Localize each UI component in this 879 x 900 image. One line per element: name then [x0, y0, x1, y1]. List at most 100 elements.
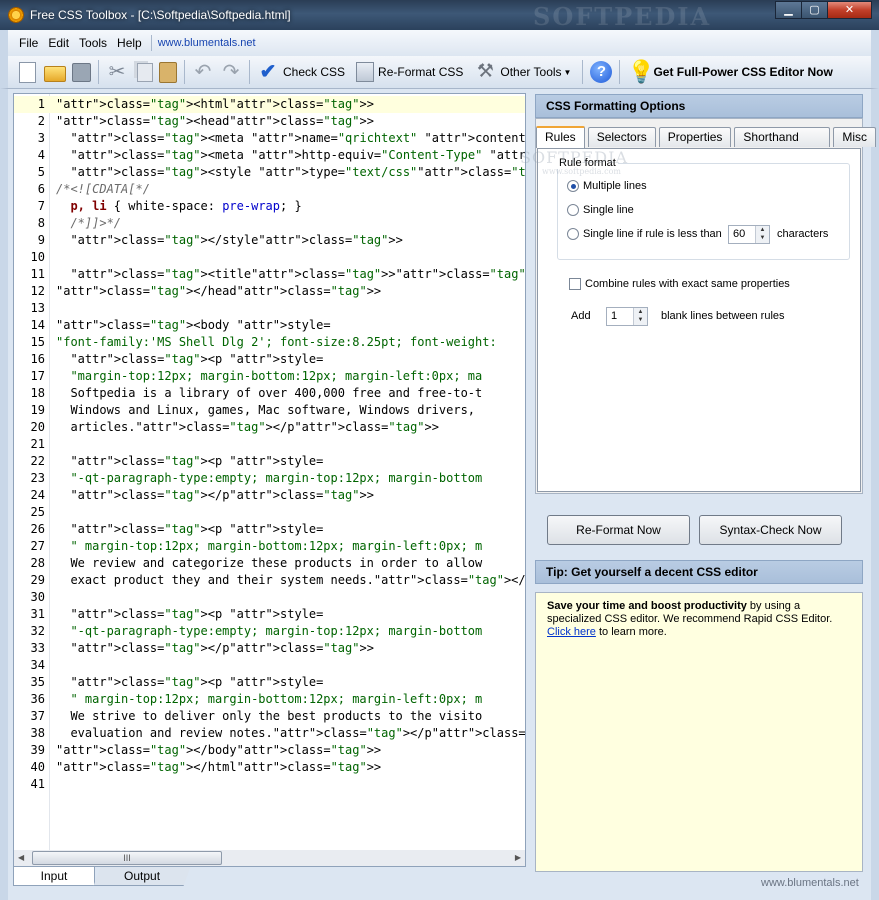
minimize-button[interactable]: ▁ — [775, 1, 802, 19]
save-button[interactable] — [69, 59, 94, 85]
scroll-right-icon[interactable]: ▶ — [515, 853, 521, 862]
tab-input[interactable]: Input — [13, 867, 95, 886]
char-count-spin-buttons[interactable]: ▲ ▼ — [755, 226, 769, 243]
tab-misc[interactable]: Misc — [833, 127, 876, 147]
code-line[interactable]: 41 — [14, 776, 525, 793]
line-number: 20 — [30, 420, 45, 434]
code-line[interactable]: 16 "attr">class="tag"><p "attr">style= — [14, 351, 525, 368]
code-line[interactable]: 8 /*]]>*/ — [14, 215, 525, 232]
radio-multiple-lines[interactable]: Multiple lines — [567, 180, 647, 192]
tab-selectors[interactable]: Selectors — [587, 127, 656, 147]
code-line[interactable]: 35 "attr">class="tag"><p "attr">style= — [14, 674, 525, 691]
scroll-left-icon[interactable]: ◀ — [18, 853, 24, 862]
code-line[interactable]: 6 /*<![CDATA[*/ — [14, 181, 525, 198]
menu-edit[interactable]: Edit — [43, 36, 74, 50]
code-line[interactable]: 34 — [14, 657, 525, 674]
open-button[interactable] — [41, 59, 69, 85]
radio-single-line[interactable]: Single line — [567, 204, 634, 216]
code-text: /*<![CDATA[*/ — [56, 182, 150, 196]
code-line[interactable]: 39 "attr">class="tag"></body"attr">class=… — [14, 742, 525, 759]
code-lines: 1 "attr">class="tag"><html"attr">class="t… — [14, 96, 525, 793]
tab-output[interactable]: Output — [93, 867, 191, 886]
code-line[interactable]: 23 "-qt-paragraph-type:empty; margin-top… — [14, 470, 525, 487]
code-line[interactable]: 40 "attr">class="tag"></html"attr">class=… — [14, 759, 525, 776]
code-line[interactable]: 2 "attr">class="tag"><head"attr">class="t… — [14, 113, 525, 130]
code-line[interactable]: 21 — [14, 436, 525, 453]
code-line[interactable]: 30 — [14, 589, 525, 606]
cut-button[interactable]: ✂ — [103, 59, 131, 85]
code-line[interactable]: 32 "-qt-paragraph-type:empty; margin-top… — [14, 623, 525, 640]
code-line[interactable]: 38 evaluation and review notes."attr">cl… — [14, 725, 525, 742]
code-line[interactable]: 29 exact product they and their system n… — [14, 572, 525, 589]
code-line[interactable]: 3 "attr">class="tag"><meta "attr">name="… — [14, 130, 525, 147]
code-line[interactable]: 20 articles."attr">class="tag"></p"attr"… — [14, 419, 525, 436]
menu-tools[interactable]: Tools — [74, 36, 112, 50]
code-line[interactable]: 19 Windows and Linux, games, Mac softwar… — [14, 402, 525, 419]
menu-website-link[interactable]: www.blumentals.net — [158, 37, 256, 49]
other-tools-button[interactable]: ⚒ Other Tools ▼ — [471, 59, 578, 85]
close-button[interactable]: ✕ — [827, 1, 872, 19]
code-line[interactable]: 31 "attr">class="tag"><p "attr">style= — [14, 606, 525, 623]
code-line[interactable]: 37 We strive to deliver only the best pr… — [14, 708, 525, 725]
code-line[interactable]: 33 "attr">class="tag"></p"attr">class="t… — [14, 640, 525, 657]
blank-lines-spin-buttons[interactable]: ▲ ▼ — [633, 308, 647, 325]
tab-properties[interactable]: Properties — [658, 127, 732, 147]
code-line[interactable]: 13 — [14, 300, 525, 317]
paste-button[interactable] — [156, 59, 180, 85]
tab-shorthand[interactable]: Shorthand Prop. — [734, 127, 831, 163]
char-count-spinner[interactable]: 60 ▲ ▼ — [728, 225, 770, 244]
help-button[interactable]: ? — [587, 59, 615, 85]
horizontal-scrollbar[interactable]: ◀ III ▶ — [13, 850, 526, 867]
footer-website-link[interactable]: www.blumentals.net — [761, 877, 859, 889]
code-line[interactable]: 24 "attr">class="tag"></p"attr">class="t… — [14, 487, 525, 504]
reformat-css-button[interactable]: Re-Format CSS — [353, 59, 471, 85]
maximize-button[interactable]: ▢ — [801, 1, 828, 19]
radio-single-line-if[interactable]: Single line if rule is less than — [567, 228, 722, 240]
menu-help[interactable]: Help — [112, 36, 147, 50]
menu-file[interactable]: File — [14, 36, 43, 50]
code-line[interactable]: 5 "attr">class="tag"><style "attr">type=… — [14, 164, 525, 181]
code-line[interactable]: 17 "margin-top:12px; margin-bottom:12px;… — [14, 368, 525, 385]
app-icon[interactable] — [8, 7, 24, 23]
chevron-up-icon[interactable]: ▲ — [756, 226, 769, 234]
code-line[interactable]: 25 — [14, 504, 525, 521]
reformat-now-button[interactable]: Re-Format Now — [547, 515, 690, 545]
get-full-editor-button[interactable]: 💡 Get Full-Power CSS Editor Now — [624, 59, 840, 85]
code-line[interactable]: 26 "attr">class="tag"><p "attr">style= — [14, 521, 525, 538]
undo-button[interactable]: ↶ — [189, 59, 217, 85]
code-line[interactable]: 12 "attr">class="tag"></head"attr">class=… — [14, 283, 525, 300]
code-line[interactable]: 7 p, li { white-space: pre-wrap; } — [14, 198, 525, 215]
code-line[interactable]: 10 — [14, 249, 525, 266]
code-text: "attr">class="tag"><p "attr">style= — [70, 607, 324, 621]
line-number: 30 — [30, 590, 45, 604]
code-line[interactable]: 4 "attr">class="tag"><meta "attr">http-e… — [14, 147, 525, 164]
code-text: exact product they and their system need… — [56, 573, 526, 587]
chevron-up-icon[interactable]: ▲ — [634, 308, 647, 316]
redo-button[interactable]: ↷ — [217, 59, 245, 85]
blank-lines-spinner[interactable]: 1 ▲ ▼ — [606, 307, 648, 326]
code-line[interactable]: 1 "attr">class="tag"><html"attr">class="t… — [14, 96, 525, 113]
radio-multiple-label: Multiple lines — [583, 180, 647, 192]
tab-rules[interactable]: Rules — [536, 126, 585, 148]
copy-button[interactable] — [131, 59, 156, 85]
tip-click-here-link[interactable]: Click here — [547, 626, 596, 638]
chevron-down-icon[interactable]: ▼ — [756, 234, 769, 242]
code-line[interactable]: 15 "font-family:'MS Shell Dlg 2'; font-si… — [14, 334, 525, 351]
syntax-check-button[interactable]: Syntax-Check Now — [699, 515, 842, 545]
scrollbar-thumb[interactable]: III — [32, 851, 222, 865]
code-line[interactable]: 14 "attr">class="tag"><body "attr">style= — [14, 317, 525, 334]
code-line[interactable]: 28 We review and categorize these produc… — [14, 555, 525, 572]
line-number: 5 — [37, 165, 45, 179]
chevron-down-icon[interactable]: ▼ — [634, 316, 647, 324]
code-line[interactable]: 11 "attr">class="tag"><title"attr">class… — [14, 266, 525, 283]
code-editor[interactable]: 1 "attr">class="tag"><html"attr">class="t… — [13, 93, 526, 867]
combine-rules-checkbox[interactable]: Combine rules with exact same properties — [569, 278, 790, 290]
line-number: 27 — [30, 539, 45, 553]
check-css-button[interactable]: ✔ Check CSS — [254, 59, 353, 85]
new-button[interactable] — [14, 59, 41, 85]
code-line[interactable]: 22 "attr">class="tag"><p "attr">style= — [14, 453, 525, 470]
code-line[interactable]: 27 " margin-top:12px; margin-bottom:12px… — [14, 538, 525, 555]
code-line[interactable]: 18 Softpedia is a library of over 400,00… — [14, 385, 525, 402]
code-line[interactable]: 9 "attr">class="tag"></style"attr">class… — [14, 232, 525, 249]
code-line[interactable]: 36 " margin-top:12px; margin-bottom:12px… — [14, 691, 525, 708]
